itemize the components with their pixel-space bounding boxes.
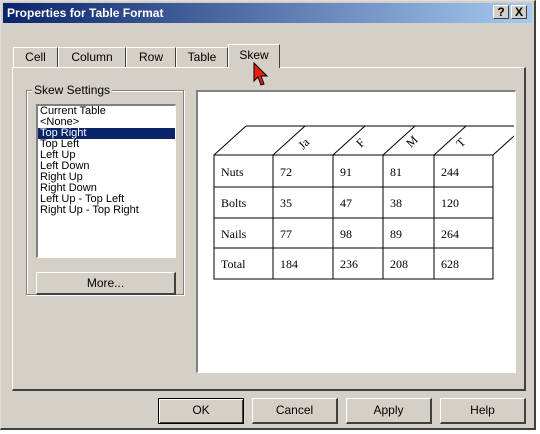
- table-cell: 72: [280, 165, 292, 179]
- help-title-button[interactable]: ?: [493, 5, 509, 19]
- table-cell: 236: [340, 257, 358, 271]
- close-title-button[interactable]: X: [511, 5, 527, 19]
- table-cell: 120: [441, 196, 459, 210]
- row-label: Nuts: [221, 165, 244, 179]
- apply-button[interactable]: Apply: [346, 398, 432, 424]
- skew-settings-list[interactable]: Current Table <None> Top Right Top Left Left…: [36, 104, 176, 258]
- table-row: Total 184 236 208 628: [221, 257, 459, 271]
- row-label: Total: [221, 257, 246, 271]
- cancel-button[interactable]: Cancel: [252, 398, 338, 424]
- table-cell: 38: [390, 196, 402, 210]
- table-cell: 89: [390, 227, 402, 241]
- mouse-pointer-icon: [253, 62, 269, 86]
- table-cell: 244: [441, 165, 459, 179]
- tab-column[interactable]: Column: [58, 47, 126, 67]
- table-row: Bolts 35 47 38 120: [221, 196, 459, 210]
- table-cell: 184: [280, 257, 298, 271]
- table-cell: 81: [390, 165, 402, 179]
- skew-settings-label: Skew Settings: [32, 83, 113, 97]
- table-preview: Ja F M T Nuts 72 91 81 244 Bolts 35 47 3…: [196, 90, 516, 373]
- preview-table-graphic: Ja F M T Nuts 72 91 81 244 Bolts 35 47 3…: [213, 125, 515, 280]
- tab-table[interactable]: Table: [176, 47, 228, 67]
- table-row: Nails 77 98 89 264: [221, 227, 459, 241]
- header-ja: Ja: [295, 135, 312, 152]
- table-cell: 208: [390, 257, 408, 271]
- tab-row[interactable]: Row: [126, 47, 176, 67]
- header-border-left: [213, 125, 247, 156]
- header-f: F: [353, 135, 368, 150]
- header-m: M: [403, 132, 421, 150]
- table-cell: 77: [280, 227, 292, 241]
- title-bar[interactable]: Properties for Table Format ? X: [3, 3, 532, 23]
- ok-button[interactable]: OK: [158, 398, 244, 424]
- table-cell: 91: [340, 165, 352, 179]
- table-cell: 47: [340, 196, 352, 210]
- table-cell: 628: [441, 257, 459, 271]
- window-title: Properties for Table Format: [7, 6, 164, 20]
- list-item[interactable]: Right Up - Top Right: [38, 205, 175, 216]
- row-label: Bolts: [221, 196, 247, 210]
- tab-cell[interactable]: Cell: [13, 47, 58, 67]
- row-label: Nails: [221, 227, 247, 241]
- help-button[interactable]: Help: [440, 398, 526, 424]
- table-row: Nuts 72 91 81 244: [221, 165, 459, 179]
- header-t: T: [453, 135, 469, 151]
- table-cell: 98: [340, 227, 352, 241]
- table-cell: 264: [441, 227, 459, 241]
- table-cell: 35: [280, 196, 292, 210]
- more-button[interactable]: More...: [36, 272, 176, 295]
